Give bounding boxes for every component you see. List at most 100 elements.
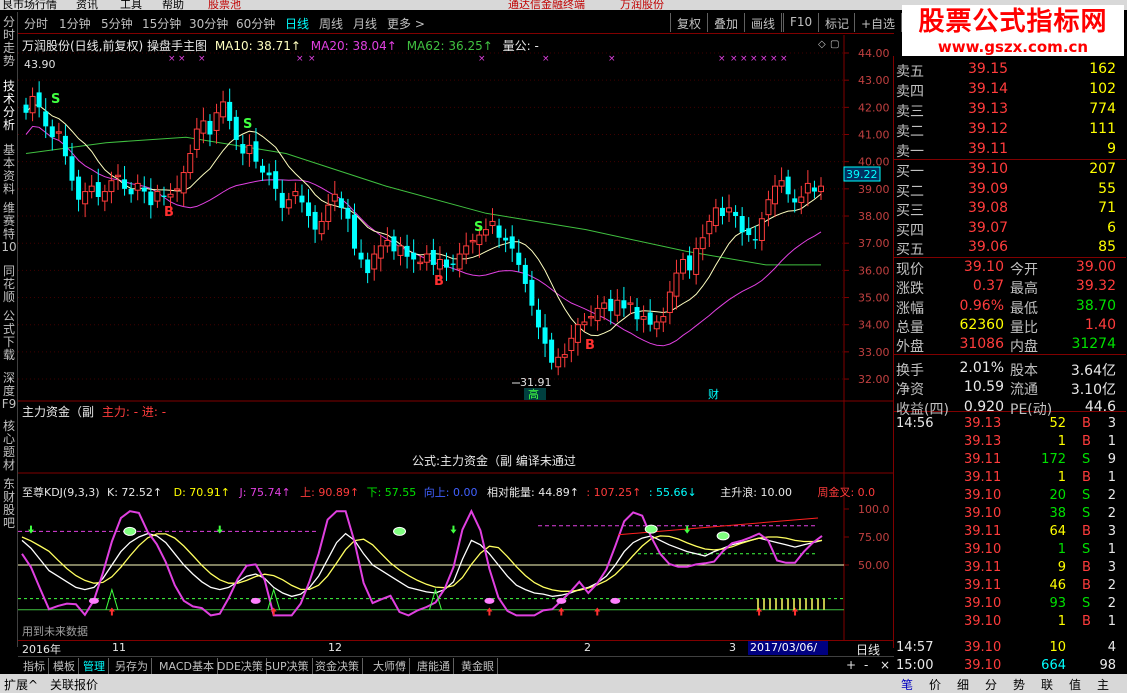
candle-body (778, 180, 785, 187)
tab-dde[interactable]: DDE决策 (214, 658, 267, 674)
ask-level-row[interactable]: 卖三 39.13 774 (894, 100, 1126, 120)
add-watchlist-button[interactable]: +自选 (854, 13, 903, 32)
tab-master[interactable]: 大师傅 (370, 658, 410, 674)
menu-news[interactable]: 资讯 (76, 0, 98, 10)
ma10-value: MA10: 38.71↑ (214, 39, 301, 53)
candle-body (804, 182, 811, 194)
tab-fund[interactable]: 资金决策 (312, 658, 363, 674)
candle-body (634, 307, 640, 320)
tick-row: 39.11 1 B 1 (894, 469, 1126, 487)
tick-side: B (1082, 416, 1091, 431)
candle-body (148, 191, 154, 206)
candle-body (535, 309, 541, 328)
tab-tangnengtong[interactable]: 唐能通 (414, 658, 454, 674)
tab-value[interactable]: 值 (1069, 676, 1081, 693)
x-mark: × (168, 54, 176, 64)
vtab-depth[interactable]: 深度F9 (1, 372, 17, 412)
candle-body (95, 182, 101, 198)
vtab-formula-download[interactable]: 公式下载 (1, 310, 17, 362)
candle-body (430, 249, 436, 265)
diamond-icon[interactable]: ◇ (818, 39, 826, 50)
main-force-title: 主力资金（副 (22, 405, 95, 419)
tab-template[interactable]: 模板 (50, 658, 79, 674)
stat-label: 净资 (896, 382, 924, 398)
stat-label: 外盘 (896, 339, 924, 356)
tab-period-daily[interactable]: 日线 (285, 15, 309, 32)
stat-value: 0.96% (959, 297, 1004, 314)
tick-volume: 1 (1057, 614, 1066, 629)
bid-level-row[interactable]: 买五 39.06 85 (894, 238, 1126, 258)
candle-body (423, 253, 430, 263)
bid-level-row[interactable]: 买二 39.09 55 (894, 180, 1126, 200)
vtab-tonghuashun[interactable]: 同花顺 (1, 265, 17, 305)
close-icon[interactable]: × (880, 658, 890, 672)
draw-line-button[interactable]: 画线 (744, 13, 783, 32)
tab-indicator[interactable]: 指标 (20, 658, 49, 674)
candle-body (647, 312, 653, 325)
tick-row: 39.10 93 S 2 (894, 595, 1126, 613)
tick-row: 39.10 38 S 2 (894, 505, 1126, 523)
tab-main[interactable]: 主 (1097, 676, 1109, 693)
tick-row: 39.11 46 B 2 (894, 577, 1126, 595)
bid-level-row[interactable]: 买四 39.07 6 (894, 219, 1126, 239)
candle-body (299, 195, 305, 203)
square-icon[interactable]: ▢ (830, 39, 839, 50)
bid-level-row[interactable]: 买一 39.10 207 (894, 160, 1126, 180)
f10-button[interactable]: F10 (783, 13, 820, 32)
level-label: 买三 (896, 203, 924, 219)
candle-body (811, 187, 817, 192)
tab-period-60min[interactable]: 60分钟 (236, 15, 275, 32)
tab-period-15min[interactable]: 15分钟 (142, 15, 181, 32)
vtab-technical[interactable]: 技术分析 (1, 80, 17, 132)
menu-tools[interactable]: 工具 (120, 0, 142, 10)
ask-level-row[interactable]: 卖五 39.15 162 (894, 60, 1126, 80)
tick-price: 39.11 (964, 452, 1002, 467)
candle-body (482, 229, 489, 236)
vtab-fundamental[interactable]: 基本资料 (1, 144, 17, 196)
ask-level-row[interactable]: 卖一 39.11 9 (894, 140, 1126, 160)
vtab-weisaite[interactable]: 维赛特10 (1, 202, 17, 260)
tab-period-5min[interactable]: 5分钟 (101, 15, 133, 32)
vtab-intraday[interactable]: 分时走势 (1, 16, 17, 68)
overlay-button[interactable]: 叠加 (707, 13, 746, 32)
tab-linked[interactable]: 联 (1041, 676, 1053, 693)
ask-level-row[interactable]: 卖四 39.14 102 (894, 80, 1126, 100)
tab-period-1min[interactable]: 1分钟 (59, 15, 91, 32)
x-mark: × (478, 54, 486, 64)
tab-price[interactable]: 价 (929, 676, 941, 693)
menu-stock-pool[interactable]: 股票池 (208, 0, 241, 10)
bid-level-row[interactable]: 买三 39.08 71 (894, 199, 1126, 219)
tab-period-intraday[interactable]: 分时 (24, 15, 48, 32)
menu-market[interactable]: 艮市场行情 (2, 0, 57, 10)
tab-trend[interactable]: 势 (1013, 676, 1025, 693)
chart-area[interactable]: 44.0043.0042.0041.0040.0039.0038.0037.00… (18, 35, 894, 640)
tab-macd[interactable]: MACD基本 (156, 658, 218, 674)
tab-manage[interactable]: 管理 (80, 658, 109, 674)
zoom-out-icon[interactable]: - (864, 658, 868, 672)
ask-level-row[interactable]: 卖二 39.12 111 (894, 120, 1126, 140)
mark-button[interactable]: 标记 (818, 13, 857, 32)
tab-golden-eye[interactable]: 黄金眼 (458, 658, 498, 674)
tab-sup[interactable]: SUP决策 (262, 658, 313, 674)
tick-count: 1 (1107, 434, 1116, 449)
linked-quote-button[interactable]: 关联报价 (50, 676, 98, 693)
stat-row: 换手 2.01% 股本 3.64亿 (894, 359, 1126, 379)
menu-help[interactable]: 帮助 (162, 0, 184, 10)
tab-period-more[interactable]: 更多 > (387, 15, 425, 32)
level-label: 卖二 (896, 124, 924, 140)
tab-trades[interactable]: 笔 (901, 676, 913, 693)
tab-distribution[interactable]: 分 (985, 676, 997, 693)
tab-period-weekly[interactable]: 周线 (319, 15, 343, 32)
zoom-in-icon[interactable]: + (846, 658, 856, 672)
tab-period-30min[interactable]: 30分钟 (189, 15, 228, 32)
restore-right-button[interactable]: 复权 (670, 13, 709, 32)
tab-period-monthly[interactable]: 月线 (353, 15, 377, 32)
tab-detail[interactable]: 细 (957, 676, 969, 693)
vtab-eastmoney-forum[interactable]: 东财股吧 (1, 478, 17, 530)
tab-save-as[interactable]: 另存为 (112, 658, 152, 674)
expand-button[interactable]: 扩展^ (4, 676, 38, 693)
buy-mark: B (164, 205, 174, 220)
vtab-core-theme[interactable]: 核心题材 (1, 420, 17, 472)
x-mark: × (296, 54, 304, 64)
down-arrow-icon (450, 525, 457, 534)
